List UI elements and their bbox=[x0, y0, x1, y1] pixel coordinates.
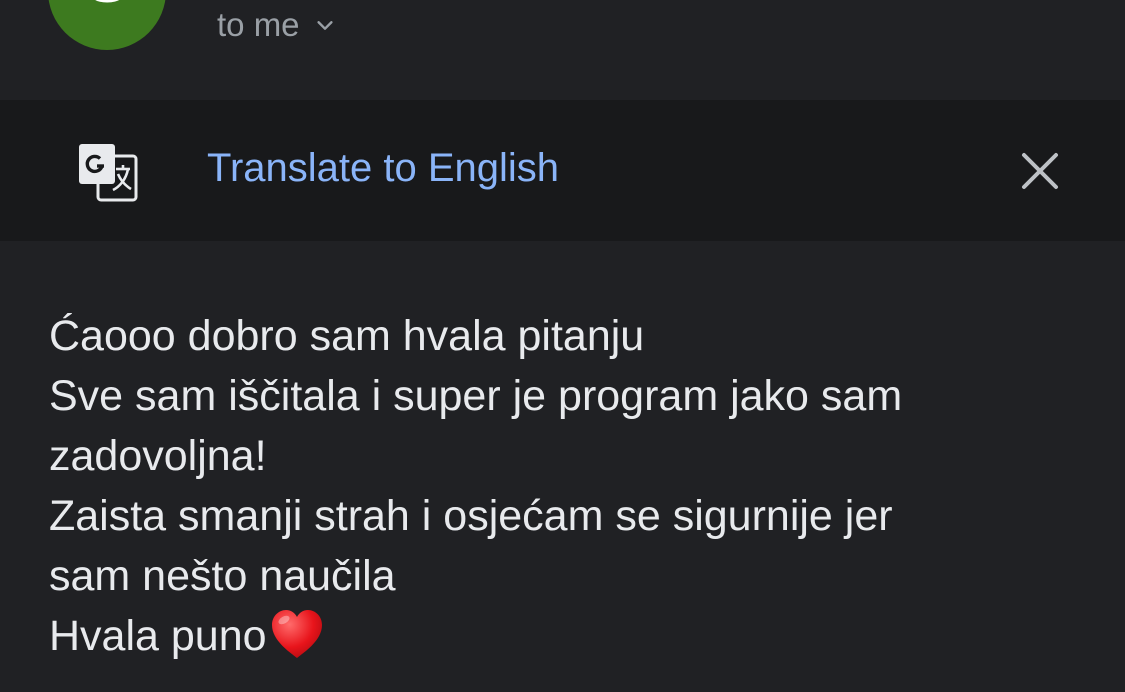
red-heart-emoji-icon bbox=[271, 610, 322, 658]
google-translate-icon bbox=[79, 144, 138, 202]
message-line: zadovoljna! bbox=[49, 432, 267, 480]
translate-banner: Translate to English bbox=[0, 100, 1125, 241]
recipient-label: to me bbox=[217, 6, 300, 43]
message-line: Hvala puno bbox=[49, 612, 267, 660]
avatar-letter: S bbox=[86, 0, 129, 12]
translate-to-english-link[interactable]: Translate to English bbox=[207, 146, 559, 191]
message-body: Ćaooo dobro sam hvala pitanju Sve sam iš… bbox=[49, 306, 1089, 666]
recipient-details-toggle[interactable]: to me bbox=[217, 6, 336, 44]
message-line: Ćaooo dobro sam hvala pitanju bbox=[49, 312, 645, 360]
sender-avatar[interactable]: S bbox=[48, 0, 166, 50]
chevron-down-icon bbox=[316, 21, 333, 30]
message-header: S to me bbox=[0, 0, 1125, 100]
close-icon[interactable] bbox=[1018, 149, 1062, 193]
message-last-line: Hvala puno bbox=[49, 606, 1089, 666]
message-line: Sve sam iščitala i super je program jako… bbox=[49, 372, 903, 420]
message-line: Zaista smanji strah i osjećam se sigurni… bbox=[49, 492, 893, 540]
message-line: sam nešto naučila bbox=[49, 552, 396, 600]
